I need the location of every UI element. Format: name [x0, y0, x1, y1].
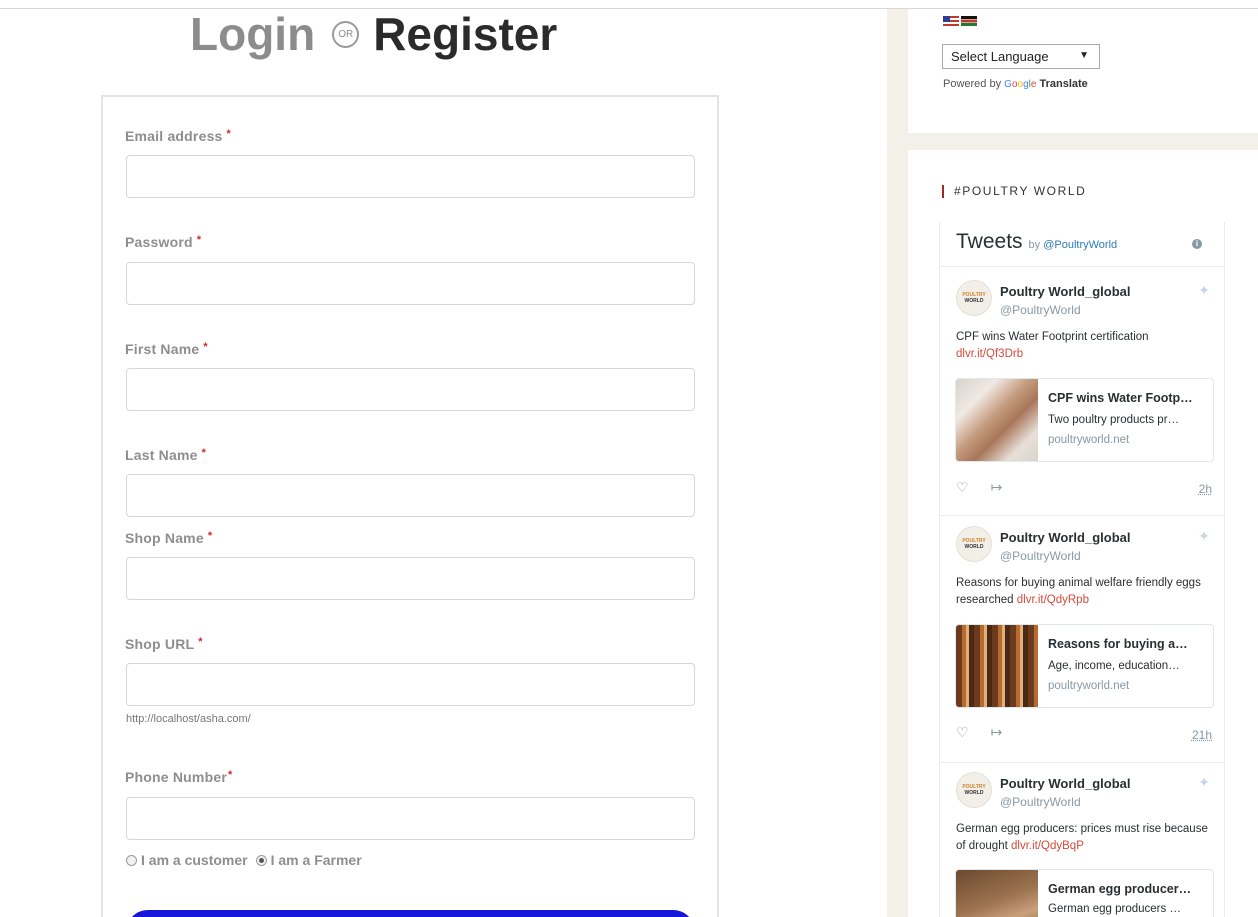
password-field[interactable] — [126, 262, 695, 305]
last-name-field[interactable] — [126, 474, 695, 517]
phone-label: Phone Number* — [125, 769, 233, 785]
section-accent-bar — [942, 184, 944, 198]
us-flag-icon[interactable] — [943, 16, 959, 26]
required-mark: * — [203, 341, 208, 353]
card-domain: poultryworld.net — [1048, 434, 1130, 446]
timeline-byline: by @PoultryWorld — [1028, 239, 1118, 251]
required-mark: * — [227, 769, 233, 781]
card-title: Reasons for buying a… — [1048, 637, 1188, 651]
language-select-value: Select Language — [951, 49, 1049, 64]
email-field[interactable] — [126, 155, 695, 198]
tweet-link[interactable]: dlvr.it/Qf3Drb — [956, 348, 1023, 360]
tweet-author-handle[interactable]: @PoultryWorld — [1000, 795, 1081, 809]
tweet-author-handle[interactable]: @PoultryWorld — [1000, 303, 1081, 317]
card-description: Two poultry products pr… — [1048, 414, 1180, 426]
card-description: German egg producers … — [1048, 903, 1181, 915]
language-flags — [943, 16, 977, 26]
farmer-radio[interactable] — [255, 854, 267, 866]
card-image — [956, 379, 1038, 461]
last-name-label: Last Name * — [125, 447, 207, 463]
share-icon[interactable]: ↦ — [991, 724, 1003, 741]
tweet-item[interactable]: POULTRY WORLD Poultry World_global @Poult… — [940, 526, 1224, 742]
tweet-card[interactable]: German egg producer… German egg producer… — [955, 869, 1214, 917]
or-badge: OR — [332, 20, 360, 48]
divider — [940, 266, 1224, 267]
tweet-link[interactable]: dlvr.it/QdyBqP — [1011, 840, 1084, 852]
timeline-title: Tweets — [956, 230, 1023, 253]
shop-name-label: Shop Name * — [125, 530, 213, 546]
required-mark: * — [198, 636, 203, 648]
card-title: German egg producer… — [1048, 882, 1192, 896]
tweet-link[interactable]: dlvr.it/QdyRpb — [1017, 594, 1089, 606]
timeline-handle-link[interactable]: @PoultryWorld — [1043, 239, 1117, 251]
shop-name-field[interactable] — [126, 557, 695, 600]
required-mark: * — [201, 447, 207, 459]
tweet-item[interactable]: POULTRY WORLD Poultry World_global @Poult… — [940, 772, 1224, 917]
card-title: CPF wins Water Footp… — [1048, 391, 1193, 405]
share-icon[interactable]: ↦ — [991, 479, 1003, 496]
card-image — [956, 870, 1038, 917]
tweet-timestamp[interactable]: 21h — [1192, 728, 1212, 742]
twitter-bird-icon: ✦ — [1198, 528, 1210, 544]
tweet-text: German egg producers: prices must rise b… — [956, 823, 1208, 852]
twitter-bird-icon: ✦ — [1198, 774, 1210, 790]
kenya-flag-icon[interactable] — [961, 16, 977, 26]
like-heart-icon[interactable]: ♡ — [956, 479, 969, 496]
avatar[interactable]: POULTRY WORLD — [956, 280, 992, 316]
section-title: #POULTRY WORLD — [942, 184, 1086, 198]
powered-by-google: Powered by Google Translate — [943, 78, 1088, 90]
twitter-bird-icon: ✦ — [1198, 282, 1210, 298]
customer-radio-label[interactable]: I am a customer — [141, 852, 248, 868]
tweet-item[interactable]: POULTRY WORLD Poultry World_global @Poult… — [940, 280, 1224, 496]
shop-url-hint: http://localhost/asha.com/ — [126, 713, 251, 725]
info-icon[interactable]: i — [1192, 239, 1202, 249]
dropdown-arrow-icon: ▼ — [1079, 50, 1089, 61]
required-mark: * — [226, 128, 232, 140]
tweet-author-handle[interactable]: @PoultryWorld — [1000, 549, 1081, 563]
shop-url-field[interactable] — [126, 663, 695, 706]
first-name-label: First Name * — [125, 341, 208, 357]
register-button[interactable] — [126, 910, 695, 917]
customer-radio[interactable] — [126, 854, 137, 866]
register-tab[interactable]: Register — [373, 7, 557, 61]
password-label: Password * — [125, 234, 202, 250]
farmer-radio-label[interactable]: I am a Farmer — [271, 852, 362, 868]
tweet-divider — [940, 515, 1224, 516]
avatar[interactable]: POULTRY WORLD — [956, 772, 992, 808]
tweet-timestamp[interactable]: 2h — [1199, 482, 1212, 496]
translate-widget — [908, 9, 1258, 133]
timeline-header: Tweets by @PoultryWorld — [956, 230, 1117, 254]
tweet-actions: ♡ ↦ — [956, 479, 1002, 496]
phone-field[interactable] — [126, 797, 695, 840]
tweet-author-name[interactable]: Poultry World_global — [1000, 284, 1131, 299]
shop-url-label: Shop URL * — [125, 636, 203, 652]
required-mark: * — [196, 234, 202, 246]
language-select[interactable]: Select Language ▼ — [942, 44, 1100, 69]
tweet-timeline: Tweets by @PoultryWorld i POULTRY WORLD P… — [939, 222, 1225, 917]
role-radio-group: I am a customer I am a Farmer — [126, 852, 362, 868]
translate-link[interactable]: Translate — [1039, 78, 1087, 90]
tweet-divider — [940, 762, 1224, 763]
tweet-text: Reasons for buying animal welfare friend… — [956, 577, 1201, 606]
tweet-author-name[interactable]: Poultry World_global — [1000, 776, 1131, 791]
first-name-field[interactable] — [126, 368, 695, 411]
tweet-author-name[interactable]: Poultry World_global — [1000, 530, 1131, 545]
page-title: Login OR Register — [190, 4, 557, 64]
tweet-actions: ♡ ↦ — [956, 724, 1002, 741]
login-tab[interactable]: Login — [190, 7, 315, 61]
required-mark: * — [207, 530, 213, 542]
like-heart-icon[interactable]: ♡ — [956, 724, 969, 741]
tweet-card[interactable]: Reasons for buying a… Age, income, educa… — [955, 624, 1214, 708]
card-description: Age, income, education… — [1048, 660, 1180, 672]
avatar[interactable]: POULTRY WORLD — [956, 526, 992, 562]
email-label: Email address * — [125, 128, 232, 144]
google-logo: Google — [1004, 79, 1037, 90]
card-domain: poultryworld.net — [1048, 680, 1130, 692]
tweet-card[interactable]: CPF wins Water Footp… Two poultry produc… — [955, 378, 1214, 462]
tweet-text: CPF wins Water Footprint certification dl… — [956, 331, 1149, 360]
card-image — [956, 625, 1038, 707]
